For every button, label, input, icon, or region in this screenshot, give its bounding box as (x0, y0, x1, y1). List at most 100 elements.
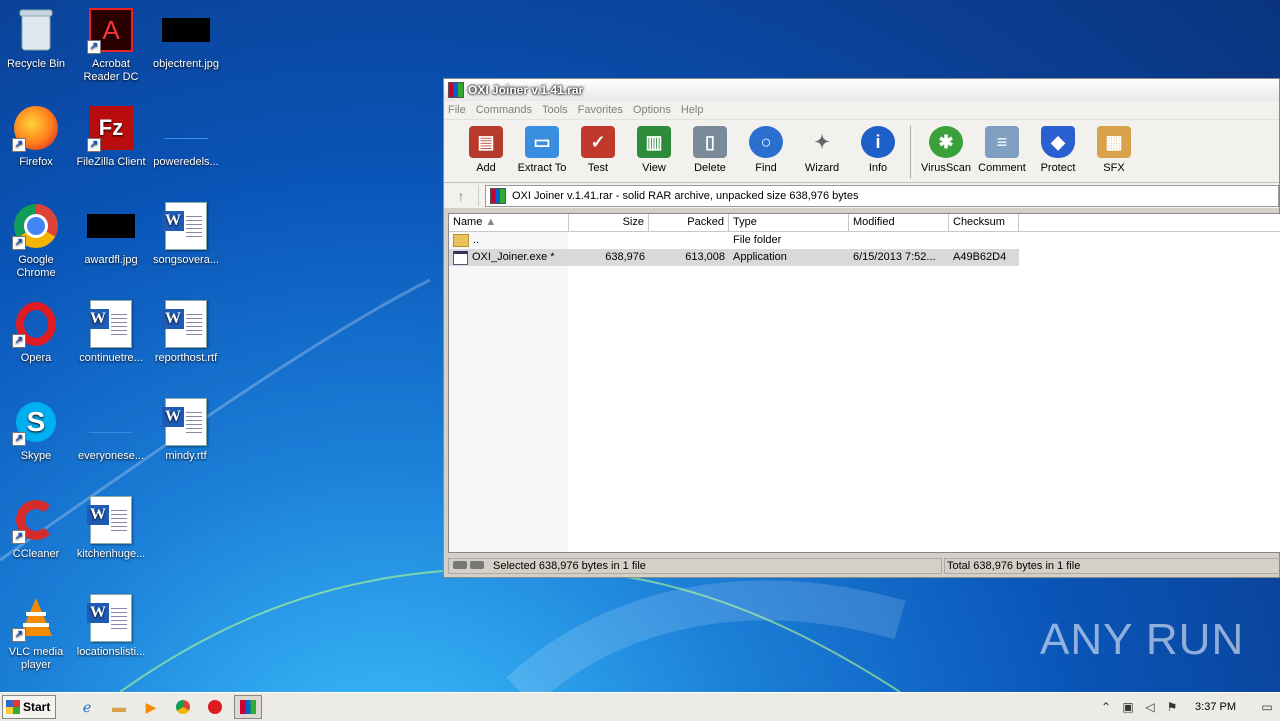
taskbar-ie-icon[interactable]: ℯ (74, 696, 100, 718)
desktop-icon-objectrent[interactable]: objectrent.jpg (151, 6, 221, 71)
desktop-icon-filezilla[interactable]: Fz ↗ FileZilla Client (76, 104, 146, 169)
cell-type: Application (729, 249, 849, 266)
window-titlebar[interactable]: OXI Joiner v.1.41.rar (444, 79, 1279, 101)
address-field[interactable]: OXI Joiner v.1.41.rar - solid RAR archiv… (485, 184, 1279, 207)
menu-file[interactable]: File (448, 104, 466, 116)
desktop-icon-reporthost[interactable]: W reporthost.rtf (151, 300, 221, 365)
toolbar-view-button[interactable]: ▥ View (626, 120, 682, 174)
toolbar-protect-button[interactable]: ◆ Protect (1030, 120, 1086, 174)
desktop-icon-continuetre[interactable]: W continuetre... (76, 300, 146, 365)
toolbar-comment-button[interactable]: ≡ Comment (974, 120, 1030, 174)
menu-commands[interactable]: Commands (476, 104, 532, 116)
desktop-icon-ccleaner[interactable]: ↗ CCleaner (1, 496, 71, 561)
cell-modified: 6/15/2013 7:52... (849, 249, 949, 266)
desktop-icon-firefox[interactable]: ↗ Firefox (1, 104, 71, 169)
toolbar-virusscan-button[interactable]: ✱ VirusScan (918, 120, 974, 174)
window-title: OXI Joiner v.1.41.rar (468, 83, 584, 97)
desktop-icon-songsovera[interactable]: W songsovera... (151, 202, 221, 267)
shortcut-arrow-icon: ↗ (12, 530, 26, 544)
table-row[interactable]: .. File folder (449, 232, 1280, 249)
cell-type: File folder (733, 234, 782, 246)
desktop-icon-kitchenhuge[interactable]: W kitchenhuge... (76, 496, 146, 561)
desktop-icon-vlc[interactable]: ↗ VLC media player (1, 594, 71, 672)
up-arrow-icon[interactable]: ↑ (444, 185, 479, 206)
tray-expand-icon[interactable]: ⌃ (1097, 698, 1115, 716)
desktop-icon-poweredels[interactable]: poweredels... (151, 104, 221, 169)
cell-name-text: OXI_Joiner.exe * (472, 251, 555, 263)
toolbar-test-button[interactable]: ✓ Test (570, 120, 626, 174)
taskbar-chrome-icon[interactable] (170, 696, 196, 718)
drive-icon[interactable] (453, 561, 489, 571)
menu-help[interactable]: Help (681, 104, 704, 116)
toolbar-add-button[interactable]: ▤ Add (458, 120, 514, 174)
status-selected-text: Selected 638,976 bytes in 1 file (493, 560, 646, 572)
winrar-icon (448, 82, 464, 98)
start-button[interactable]: Start (2, 695, 56, 719)
desktop-icon-everyonese[interactable]: everyonese... (76, 398, 146, 463)
toolbar-label: SFX (1103, 162, 1125, 174)
toolbar-label: Info (868, 162, 888, 174)
anyrun-watermark: ANY RUN (1040, 615, 1245, 664)
desktop-icon-label: reporthost.rtf (154, 352, 218, 364)
taskbar-media-player-icon[interactable]: ▶ (138, 696, 164, 718)
column-header-name[interactable]: Name ▲ (449, 214, 569, 231)
image-thumbnail-icon (87, 202, 135, 250)
menu-favorites[interactable]: Favorites (578, 104, 623, 116)
column-header-size[interactable]: Size (569, 214, 649, 231)
toolbar-sfx-button[interactable]: ▦ SFX (1086, 120, 1142, 174)
column-header-checksum[interactable]: Checksum (949, 214, 1019, 231)
cell-packed: 613,008 (649, 249, 729, 266)
desktop-icon-opera[interactable]: ↗ Opera (1, 300, 71, 365)
menu-bar: File Commands Tools Favorites Options He… (444, 101, 1279, 119)
show-desktop-icon[interactable]: ▭ (1260, 698, 1274, 716)
desktop-icon-skype[interactable]: S ↗ Skype (1, 398, 71, 463)
clock[interactable]: 3:37 PM (1195, 701, 1236, 713)
acrobat-icon: A ↗ (87, 6, 135, 54)
desktop-icon-locationslisti[interactable]: W locationslisti... (76, 594, 146, 659)
menu-options[interactable]: Options (633, 104, 671, 116)
toolbar-wizard-button[interactable]: ✦ Wizard (794, 120, 850, 175)
magnifier-icon: ○ (749, 126, 783, 158)
desktop-icon-label: songsovera... (152, 254, 220, 266)
desktop-icon-label: locationslisti... (76, 646, 146, 658)
taskbar-opera-icon[interactable] (202, 696, 228, 718)
desktop-icon-label: kitchenhuge... (76, 548, 146, 560)
network-icon[interactable]: ▣ (1119, 698, 1137, 716)
system-tray: ⌃ ▣ ◁ ⚑ 3:37 PM ▭ (1093, 693, 1280, 721)
volume-icon[interactable]: ◁ (1141, 698, 1159, 716)
desktop-icon-label: continuetre... (79, 352, 143, 364)
cell-checksum (949, 232, 1019, 249)
winrar-window: OXI Joiner v.1.41.rar File Commands Tool… (443, 78, 1280, 578)
menu-tools[interactable]: Tools (542, 104, 568, 116)
desktop-icon-recycle-bin[interactable]: Recycle Bin (1, 6, 71, 71)
column-header-packed[interactable]: Packed (649, 214, 729, 231)
column-header-type[interactable]: Type (729, 214, 849, 231)
cell-packed (649, 232, 729, 249)
shortcut-arrow-icon: ↗ (87, 40, 101, 54)
exe-icon (453, 250, 468, 265)
taskbar-explorer-icon[interactable]: ▬ (106, 696, 132, 718)
column-header-modified[interactable]: Modified (849, 214, 949, 231)
desktop-icon-chrome[interactable]: ↗ Google Chrome (1, 202, 71, 280)
toolbar-info-button[interactable]: i Info (850, 120, 906, 174)
shortcut-arrow-icon: ↗ (87, 138, 101, 152)
action-center-flag-icon[interactable]: ⚑ (1163, 698, 1181, 716)
view-book-icon: ▥ (637, 126, 671, 158)
toolbar-separator (910, 126, 914, 178)
table-row[interactable]: OXI_Joiner.exe * 638,976 613,008 Applica… (449, 249, 1280, 266)
taskbar-winrar-icon[interactable] (234, 695, 262, 719)
desktop-icon-awardfl[interactable]: awardfl.jpg (76, 202, 146, 267)
desktop-icon-acrobat[interactable]: A ↗ Acrobat Reader DC (76, 6, 146, 84)
toolbar-extract-to-button[interactable]: ▭ Extract To (514, 120, 570, 174)
name-column-shade (449, 232, 568, 552)
toolbar-delete-button[interactable]: ▯ Delete (682, 120, 738, 174)
cell-checksum: A49B62D4 (949, 249, 1019, 266)
desktop-icon-mindy[interactable]: W mindy.rtf (151, 398, 221, 463)
filezilla-icon: Fz ↗ (87, 104, 135, 152)
toolbar: ▤ Add ▭ Extract To ✓ Test ▥ View ▯ Delet… (444, 119, 1279, 183)
toolbar-find-button[interactable]: ○ Find (738, 120, 794, 174)
toolbar-label: Extract To (517, 162, 567, 174)
toolbar-label: Protect (1040, 162, 1076, 174)
toolbar-label: Find (755, 162, 777, 174)
recycle-bin-icon (12, 6, 60, 54)
